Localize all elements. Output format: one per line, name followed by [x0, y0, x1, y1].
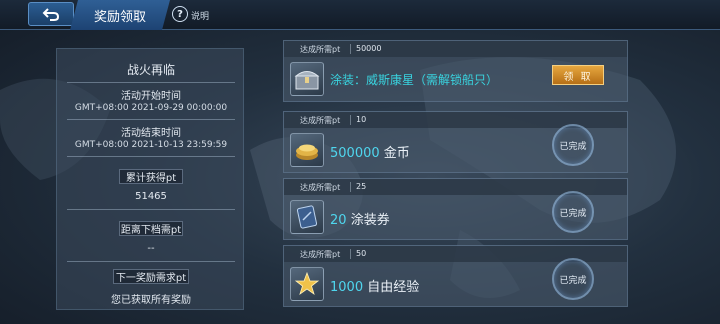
chest-icon	[290, 62, 324, 96]
requirement-value: 50000	[356, 44, 382, 53]
requirement-label: 达成所需pt	[300, 250, 341, 259]
gold-coins-icon	[290, 133, 324, 167]
help-icon[interactable]: ?	[172, 6, 188, 22]
reward-name: 涂装券	[350, 213, 390, 228]
all-claimed-text: 您已获取所有奖励	[111, 295, 191, 306]
reward-requirement-bar: 达成所需pt 50000	[284, 41, 627, 57]
reward-name: 自由经验	[367, 280, 420, 295]
requirement-value: 10	[356, 115, 367, 124]
reward-amount: 20	[330, 213, 347, 228]
end-time-value: GMT+08:00 2021-10-13 23:59:59	[74, 140, 228, 150]
divider	[67, 82, 235, 83]
divider	[67, 261, 235, 262]
earned-pt-label: 累计获得pt	[119, 169, 183, 184]
back-button[interactable]	[28, 2, 74, 26]
requirement-value: 25	[356, 182, 367, 191]
top-bar: 奖励领取 ? 说明	[0, 0, 720, 30]
reward-card: 达成所需pt 50 1000 自由经验 已完成	[283, 245, 628, 307]
requirement-value: 50	[356, 249, 367, 258]
start-time-label: 活动开始时间	[121, 91, 181, 102]
reward-card: 达成所需pt 25 20 涂装券 已完成	[283, 178, 628, 240]
earned-pt-value: 51465	[135, 191, 167, 202]
star-xp-icon	[290, 267, 324, 301]
claim-button[interactable]: 领 取	[552, 65, 604, 85]
event-name: 战火再临	[126, 63, 175, 77]
divider	[67, 209, 235, 210]
next-tier-value: --	[147, 243, 155, 254]
divider	[350, 115, 351, 125]
requirement-label: 达成所需pt	[300, 183, 341, 192]
reward-amount: 500000	[330, 146, 380, 161]
reward-amount: 1000	[330, 280, 364, 295]
completed-badge: 已完成	[552, 124, 594, 166]
reward-description: 20 涂装券	[330, 209, 390, 228]
camo-ticket-icon	[290, 200, 324, 234]
divider	[350, 44, 351, 54]
reward-name: 金币	[383, 146, 410, 161]
divider	[67, 156, 235, 157]
reward-description: 500000 金币	[330, 142, 410, 161]
end-time-label: 活动结束时间	[121, 128, 181, 139]
back-arrow-icon	[42, 8, 60, 21]
next-tier-label: 距离下档需pt	[119, 221, 183, 236]
event-summary-panel: 战火再临 活动开始时间 GMT+08:00 2021-09-29 00:00:0…	[56, 48, 244, 310]
next-reward-label: 下一奖励需求pt	[113, 269, 189, 284]
completed-badge: 已完成	[552, 258, 594, 300]
completed-badge: 已完成	[552, 191, 594, 233]
reward-card: 达成所需pt 10 500000 金币 已完成	[283, 111, 628, 173]
start-time-value: GMT+08:00 2021-09-29 00:00:00	[74, 103, 228, 113]
reward-card: 达成所需pt 50000 涂装：威斯康星（需解锁船只） 领 取	[283, 40, 628, 102]
divider	[67, 119, 235, 120]
help-button-label[interactable]: 说明	[191, 9, 209, 22]
reward-description: 1000 自由经验	[330, 276, 419, 295]
requirement-label: 达成所需pt	[300, 45, 341, 54]
reward-name: 涂装：威斯康星（需解锁船只）	[330, 73, 499, 87]
page-title: 奖励领取	[70, 0, 170, 30]
divider	[350, 249, 351, 259]
divider	[350, 182, 351, 192]
requirement-label: 达成所需pt	[300, 116, 341, 125]
